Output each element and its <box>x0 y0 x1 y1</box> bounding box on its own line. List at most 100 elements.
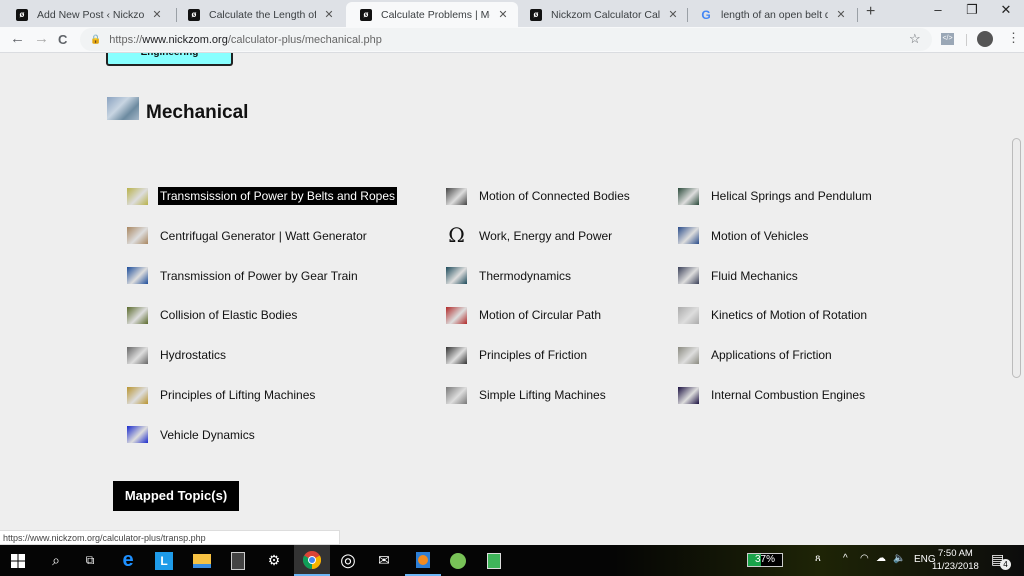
close-tab-icon[interactable]: ✕ <box>150 8 164 21</box>
topic-label: Transmsission of Power by Belts and Rope… <box>158 187 397 205</box>
close-tab-icon[interactable]: ✕ <box>666 8 680 21</box>
topic-link[interactable]: Simple Lifting Machines <box>446 386 608 404</box>
tab-add-new-post[interactable]: ø Add New Post ‹ Nickzom Blog ✕ <box>2 2 172 27</box>
topic-link[interactable]: Kinetics of Motion of Rotation <box>678 306 869 324</box>
nickzom-icon: ø <box>188 8 200 21</box>
action-center-icon[interactable]: ▤ 4 <box>991 551 1011 570</box>
tab-divider <box>857 8 858 22</box>
media-player-icon[interactable] <box>405 545 441 576</box>
back-button[interactable]: ← <box>10 30 25 47</box>
topic-link[interactable]: Centrifugal Generator | Watt Generator <box>127 227 369 245</box>
wifi-icon[interactable]: ◠ <box>860 553 869 564</box>
close-tab-icon[interactable]: ✕ <box>834 8 848 21</box>
engineering-button[interactable]: Engineering <box>106 53 233 66</box>
topic-thumbnail-icon <box>127 426 148 444</box>
tab-calculate-length[interactable]: ø Calculate the Length of an Open ✕ <box>174 2 344 27</box>
mapped-topics-button[interactable]: Mapped Topic(s) <box>113 481 239 511</box>
topic-label: Centrifugal Generator | Watt Generator <box>160 228 367 243</box>
topic-link[interactable]: Principles of Friction <box>446 346 589 364</box>
volume-icon[interactable]: 🔈 <box>893 553 905 564</box>
topic-thumbnail-icon <box>446 306 467 324</box>
tab-google-search[interactable]: G length of an open belt drive - G ✕ <box>686 2 856 27</box>
topic-thumbnail-icon <box>127 346 148 364</box>
file-explorer-icon[interactable] <box>184 545 220 576</box>
status-url-bar: https://www.nickzom.org/calculator-plus/… <box>0 530 340 545</box>
page-content: Engineering Mechanical Transmsission of … <box>0 53 1008 545</box>
android-studio-icon[interactable] <box>440 545 476 576</box>
topic-link[interactable]: Thermodynamics <box>446 267 573 285</box>
l-app-icon[interactable]: L <box>146 545 182 576</box>
menu-kebab-icon[interactable]: ⋮ <box>1007 30 1020 46</box>
mechanical-section-icon <box>107 97 139 120</box>
scrollbar-thumb[interactable] <box>1012 138 1021 378</box>
profile-avatar[interactable] <box>977 31 993 47</box>
close-tab-icon[interactable]: ✕ <box>322 8 336 21</box>
scrollbar[interactable] <box>1008 53 1024 545</box>
topic-label: Vehicle Dynamics <box>160 427 255 442</box>
topic-label: Hydrostatics <box>160 348 227 363</box>
url-path: /calculator-plus/mechanical.php <box>227 33 382 46</box>
bookmark-star-icon[interactable]: ☆ <box>909 31 921 47</box>
close-window-button[interactable]: ✕ <box>986 2 1024 18</box>
topic-thumbnail-icon <box>678 306 699 324</box>
topic-link[interactable]: Vehicle Dynamics <box>127 426 257 444</box>
show-hidden-icons-chevron[interactable]: ^ <box>843 553 848 564</box>
topic-link[interactable]: Helical Springs and Pendulum <box>678 187 874 205</box>
nickzom-icon: ø <box>360 8 372 21</box>
topic-thumbnail-icon <box>446 386 467 404</box>
topic-link[interactable]: Transmission of Power by Gear Train <box>127 267 360 285</box>
clock[interactable]: 7:50 AM 11/23/2018 <box>932 547 979 573</box>
settings-icon[interactable]: ⚙ <box>256 545 292 576</box>
forward-button[interactable]: → <box>34 30 49 47</box>
google-icon: G <box>701 7 711 22</box>
topic-link[interactable]: Motion of Circular Path <box>446 306 603 324</box>
search-icon[interactable]: ⌕ <box>38 545 74 576</box>
notification-count: 4 <box>1000 559 1011 570</box>
topic-thumbnail-icon <box>446 267 467 285</box>
onedrive-icon[interactable]: ☁ <box>876 553 886 564</box>
url-host: www.nickzom.org <box>142 33 228 46</box>
people-icon[interactable]: ጸ <box>815 553 821 564</box>
edge-icon[interactable]: e <box>110 545 146 576</box>
topic-link[interactable]: Ω Work, Energy and Power <box>446 225 614 245</box>
topic-label: Motion of Vehicles <box>711 228 809 243</box>
page-title: Mechanical <box>146 102 249 123</box>
topic-label: Transmission of Power by Gear Train <box>160 268 358 283</box>
tab-calculate-problems[interactable]: ø Calculate Problems | Mechanical ✕ <box>346 2 518 27</box>
extension-icon[interactable]: </> <box>941 33 954 45</box>
tab-nickzom-calculator[interactable]: ø Nickzom Calculator Calculates ✕ <box>516 2 688 27</box>
topic-link[interactable]: Motion of Vehicles <box>678 227 810 245</box>
notepad-icon[interactable] <box>476 545 512 576</box>
topic-link[interactable]: Principles of Lifting Machines <box>127 386 317 404</box>
chrome-icon[interactable] <box>294 545 330 576</box>
windows-start-icon[interactable] <box>0 545 36 576</box>
topic-thumbnail-icon <box>446 346 467 364</box>
topic-link[interactable]: Motion of Connected Bodies <box>446 187 632 205</box>
calculator-icon[interactable] <box>220 545 256 576</box>
close-tab-icon[interactable]: ✕ <box>496 8 510 21</box>
nickzom-icon: ø <box>530 8 542 21</box>
browser-toolbar: ← → C 🔒 https://www.nickzom.org/calculat… <box>0 27 1024 53</box>
task-view-icon[interactable]: ⧉ <box>72 545 108 576</box>
reload-button[interactable]: C <box>58 32 67 47</box>
battery-indicator[interactable]: 37% <box>747 553 783 567</box>
topic-link[interactable]: Fluid Mechanics <box>678 267 800 285</box>
topic-thumbnail-icon <box>678 187 699 205</box>
topic-link[interactable]: Transmsission of Power by Belts and Rope… <box>127 187 397 205</box>
groove-icon[interactable]: ◎ <box>330 545 366 576</box>
tab-strip: ø Add New Post ‹ Nickzom Blog ✕ ø Calcul… <box>0 0 1024 27</box>
topic-link[interactable]: Hydrostatics <box>127 346 228 364</box>
topic-link[interactable]: Collision of Elastic Bodies <box>127 306 299 324</box>
topic-label: Principles of Lifting Machines <box>160 388 316 402</box>
topic-label: Motion of Circular Path <box>479 308 602 323</box>
topic-link[interactable]: Internal Combustion Engines <box>678 386 867 404</box>
topic-label: Helical Springs and Pendulum <box>711 189 872 203</box>
topic-link[interactable]: Applications of Friction <box>678 346 834 364</box>
toolbar-divider <box>966 34 967 46</box>
topic-thumbnail-icon <box>127 386 148 404</box>
mail-icon[interactable]: ✉ <box>366 545 402 576</box>
new-tab-button[interactable]: + <box>866 3 875 21</box>
topic-label: Collision of Elastic Bodies <box>160 308 298 323</box>
address-bar[interactable]: 🔒 https://www.nickzom.org/calculator-plu… <box>80 28 932 51</box>
topic-thumbnail-icon <box>127 227 148 245</box>
